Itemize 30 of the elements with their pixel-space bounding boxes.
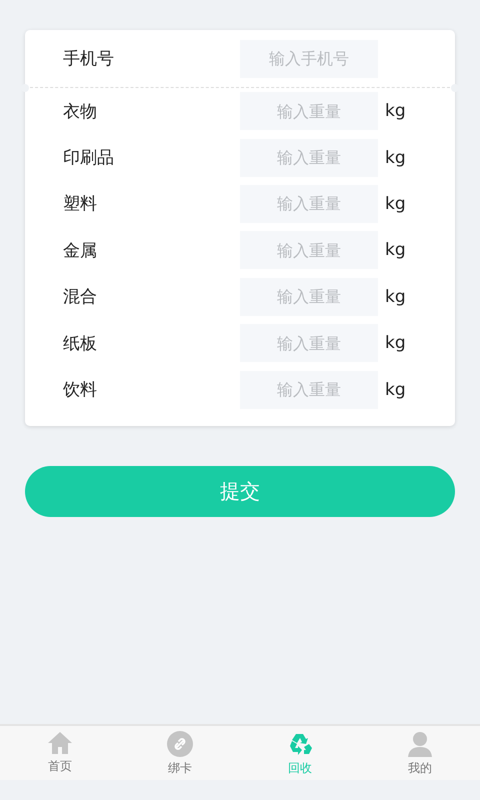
field-label: 印刷品 — [63, 147, 115, 170]
unit-label: kg — [385, 148, 406, 168]
home-icon — [47, 731, 73, 755]
recycle-icon — [287, 731, 313, 757]
unit-label: kg — [385, 286, 406, 307]
field-label: 金属 — [63, 240, 98, 262]
field-label: 饮料 — [63, 379, 98, 402]
field-label: 混合 — [63, 286, 98, 308]
input-field[interactable]: 输入重量 — [240, 138, 378, 177]
unit-label: kg — [385, 101, 406, 122]
unit-label: kg — [385, 380, 406, 400]
input-field[interactable]: 输入重量 — [240, 92, 378, 130]
tab[interactable]: 首页 — [0, 726, 120, 780]
unit-label: kg — [385, 240, 406, 260]
unit-label: kg — [385, 194, 406, 214]
input-field[interactable]: 输入重量 — [240, 370, 378, 409]
link-icon — [167, 731, 193, 757]
input-field[interactable]: 输入重量 — [240, 324, 378, 362]
tab[interactable]: 我的 — [360, 726, 480, 780]
input-field[interactable]: 输入重量 — [240, 278, 378, 316]
input-field[interactable]: 输入手机号 — [240, 40, 378, 78]
field-label: 衣物 — [63, 100, 98, 123]
user-icon — [408, 731, 432, 757]
field-label: 手机号 — [63, 48, 115, 70]
tab[interactable]: 绑卡 — [120, 726, 240, 780]
field-label: 纸板 — [63, 332, 98, 355]
unit-label: kg — [385, 333, 406, 354]
field-label: 塑料 — [63, 193, 98, 216]
input-field[interactable]: 输入重量 — [240, 231, 378, 270]
input-field[interactable]: 输入重量 — [240, 184, 378, 223]
